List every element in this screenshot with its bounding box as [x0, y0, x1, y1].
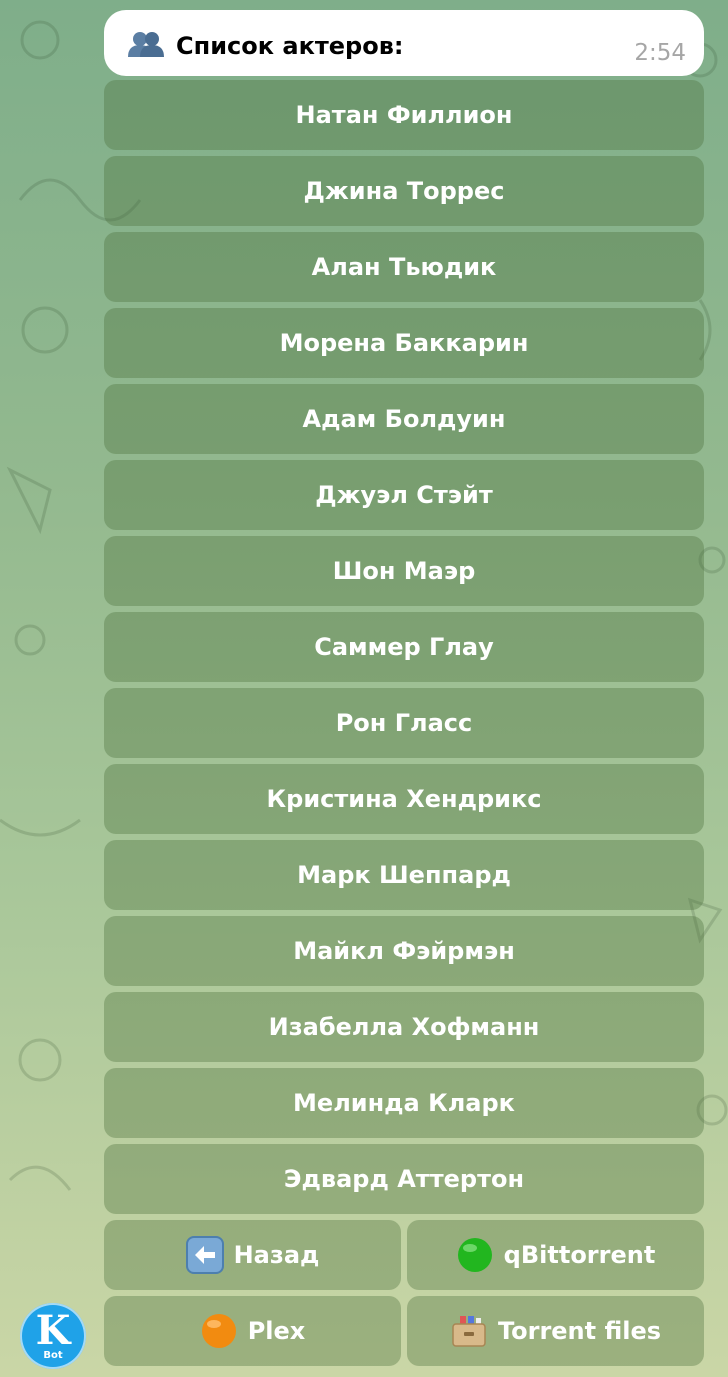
actor-button[interactable]: Натан Филлион — [104, 80, 704, 150]
actor-button[interactable]: Майкл Фэйрмэн — [104, 916, 704, 986]
actor-button[interactable]: Рон Гласс — [104, 688, 704, 758]
actor-button[interactable]: Мелинда Кларк — [104, 1068, 704, 1138]
message-time: 2:54 — [634, 40, 686, 66]
back-button[interactable]: Назад — [104, 1220, 401, 1290]
actor-button[interactable]: Эдвард Аттертон — [104, 1144, 704, 1214]
plex-button[interactable]: Plex — [104, 1296, 401, 1366]
avatar-sub: Bot — [43, 1350, 63, 1361]
qbittorrent-button[interactable]: qBittorrent — [407, 1220, 704, 1290]
actor-button[interactable]: Алан Тьюдик — [104, 232, 704, 302]
card-file-box-icon — [450, 1312, 488, 1350]
actor-button[interactable]: Джина Торрес — [104, 156, 704, 226]
actor-button[interactable]: Адам Болдуин — [104, 384, 704, 454]
qbittorrent-label: qBittorrent — [503, 1241, 656, 1269]
actor-button[interactable]: Морена Баккарин — [104, 308, 704, 378]
left-arrow-icon — [185, 1236, 224, 1274]
message-text: Список актеров: — [176, 32, 404, 60]
torrent-files-label: Torrent files — [497, 1317, 662, 1345]
actor-button[interactable]: Джуэл Стэйт — [104, 460, 704, 530]
bot-avatar[interactable]: K Bot — [20, 1303, 86, 1369]
busts-in-silhouette-icon — [128, 32, 164, 57]
plex-label: Plex — [247, 1317, 306, 1345]
actor-button[interactable]: Кристина Хендрикс — [104, 764, 704, 834]
green-circle-icon — [456, 1236, 494, 1274]
orange-circle-icon — [200, 1312, 238, 1350]
torrent-files-button[interactable]: Torrent files — [407, 1296, 704, 1366]
actor-button[interactable]: Изабелла Хофманн — [104, 992, 704, 1062]
actor-button[interactable]: Саммер Глау — [104, 612, 704, 682]
actor-button[interactable]: Марк Шеппард — [104, 840, 704, 910]
bot-message: Список актеров: 2:54 — [104, 10, 704, 76]
actor-button[interactable]: Шон Маэр — [104, 536, 704, 606]
back-label: Назад — [233, 1241, 320, 1269]
avatar-letter: K — [35, 1307, 71, 1354]
